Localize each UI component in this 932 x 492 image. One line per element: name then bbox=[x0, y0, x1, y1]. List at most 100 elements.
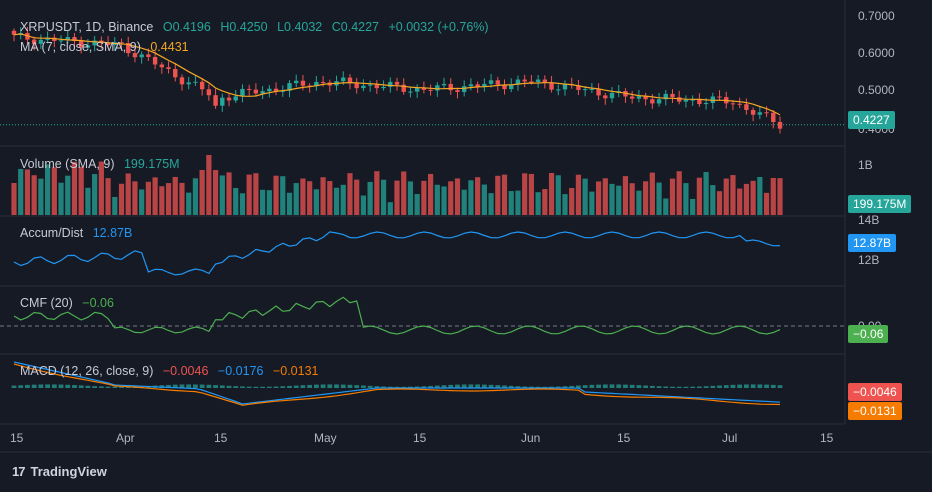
volume-bar bbox=[253, 173, 259, 215]
macd-hist-bar bbox=[85, 385, 91, 388]
macd-hist-bar bbox=[683, 386, 689, 388]
macd-hist-bar bbox=[770, 384, 776, 388]
macd-hist-bar bbox=[764, 384, 769, 388]
volume-bar bbox=[441, 186, 447, 215]
volume-bar bbox=[703, 172, 709, 215]
macd-hist-bar bbox=[609, 384, 615, 388]
candle-body bbox=[361, 85, 366, 89]
candle-body bbox=[542, 79, 548, 83]
macd-hist-bar bbox=[51, 384, 57, 388]
macd-hist-bar bbox=[266, 386, 272, 388]
volume-bar bbox=[320, 177, 326, 215]
volume-bar bbox=[696, 177, 702, 215]
ma-legend-label: MA (7, close, SMA, 9) bbox=[20, 40, 141, 54]
chart-frame[interactable]: XRPUSDT, 1D, Binance O0.4196 H0.4250 L0.… bbox=[0, 0, 932, 492]
volume-bar bbox=[427, 173, 434, 215]
candle-body bbox=[703, 102, 709, 105]
volume-bar bbox=[159, 186, 165, 215]
candle-body bbox=[697, 99, 702, 105]
macd-hist-bar bbox=[676, 386, 682, 388]
volume-bar bbox=[421, 180, 427, 215]
ytick-price-2: 0.5000 bbox=[858, 83, 895, 97]
ad-badge: 12.87B bbox=[848, 234, 897, 252]
candle-body bbox=[374, 84, 380, 89]
volume-bar bbox=[219, 175, 225, 215]
ma-legend-value: 0.4431 bbox=[150, 40, 189, 54]
xtick-3: May bbox=[314, 431, 337, 445]
volume-bar bbox=[387, 202, 393, 215]
ytick-price-0: 0.7000 bbox=[858, 9, 895, 23]
macd-hist-bar bbox=[213, 385, 218, 388]
candle-body bbox=[213, 95, 218, 106]
ytick-ad-1: 12B bbox=[858, 253, 880, 267]
xtick-6: 15 bbox=[617, 431, 631, 445]
volume-title: Volume (SMA, 9) bbox=[20, 157, 115, 171]
candle-body bbox=[166, 67, 171, 69]
candle-body bbox=[603, 95, 608, 99]
main-legend: XRPUSDT, 1D, Binance O0.4196 H0.4250 L0.… bbox=[20, 20, 495, 34]
candle-body bbox=[341, 77, 346, 82]
ad-legend[interactable]: Accum/Dist 12.87B bbox=[20, 226, 138, 240]
volume-bar bbox=[475, 177, 481, 215]
candle-body bbox=[240, 88, 245, 97]
cmf-title: CMF (20) bbox=[20, 296, 73, 310]
volume-bar bbox=[616, 185, 622, 215]
volume-bar bbox=[582, 178, 588, 215]
macd-hist-bar bbox=[31, 384, 37, 388]
xtick-1: Apr bbox=[116, 431, 135, 445]
macd-hist-bar bbox=[280, 386, 286, 388]
candle-body bbox=[220, 97, 225, 106]
volume-bar bbox=[750, 180, 756, 215]
macd-hist-bar bbox=[186, 384, 192, 388]
macd-hist-bar bbox=[58, 384, 64, 388]
tradingview-brand[interactable]: 17 TradingView bbox=[12, 464, 107, 479]
symbol-label[interactable]: XRPUSDT, 1D, Binance bbox=[20, 20, 153, 34]
candle-body bbox=[146, 54, 151, 57]
volume-bar bbox=[763, 192, 770, 215]
chart-canvas[interactable] bbox=[0, 0, 932, 492]
candle-body bbox=[367, 84, 373, 86]
ma-legend[interactable]: MA (7, close, SMA, 9) 0.4431 bbox=[20, 40, 195, 54]
macd-hist-bar bbox=[273, 386, 279, 388]
volume-bar bbox=[401, 171, 407, 215]
candle-body bbox=[730, 103, 736, 105]
candle-body bbox=[394, 81, 400, 85]
volume-bar bbox=[757, 177, 763, 215]
macd-hist-bar bbox=[582, 385, 588, 388]
volume-bar bbox=[85, 187, 91, 215]
macd-title: MACD (12, 26, close, 9) bbox=[20, 364, 154, 378]
macd-legend[interactable]: MACD (12, 26, close, 9) −0.0046 −0.0176 … bbox=[20, 364, 324, 378]
macd-hist-bar bbox=[105, 386, 111, 388]
macd-hist-bar bbox=[723, 385, 729, 388]
candle-body bbox=[771, 112, 776, 122]
macd-hist-bar bbox=[690, 386, 696, 388]
volume-bar bbox=[716, 191, 723, 215]
volume-legend[interactable]: Volume (SMA, 9) 199.175M bbox=[20, 157, 186, 171]
volume-bar bbox=[495, 175, 501, 215]
macd-hist-bar bbox=[340, 384, 346, 388]
macd-hist-bar bbox=[367, 385, 373, 388]
macd-hist-bar bbox=[38, 384, 44, 388]
candle-body bbox=[468, 84, 474, 87]
macd-hist-bar bbox=[45, 384, 50, 388]
cmf-value: −0.06 bbox=[82, 296, 114, 310]
xtick-2: 15 bbox=[214, 431, 228, 445]
macd-hist-bar bbox=[347, 384, 353, 388]
low-value: L0.4032 bbox=[277, 20, 323, 34]
volume-bar bbox=[609, 183, 615, 215]
xtick-0: 15 bbox=[10, 431, 24, 445]
cmf-legend[interactable]: CMF (20) −0.06 bbox=[20, 296, 120, 310]
candle-body bbox=[744, 104, 749, 110]
close-value: C0.4227 bbox=[331, 20, 380, 34]
open-value: O0.4196 bbox=[162, 20, 211, 34]
volume-bar bbox=[44, 164, 51, 215]
volume-bar bbox=[293, 183, 299, 215]
volume-bar bbox=[172, 176, 178, 215]
volume-bar bbox=[488, 193, 494, 215]
volume-bar bbox=[333, 187, 340, 215]
volume-bar bbox=[468, 180, 474, 215]
volume-bar bbox=[199, 170, 205, 215]
candle-body bbox=[677, 97, 682, 102]
candle-body bbox=[529, 81, 534, 83]
volume-bar bbox=[206, 155, 212, 215]
